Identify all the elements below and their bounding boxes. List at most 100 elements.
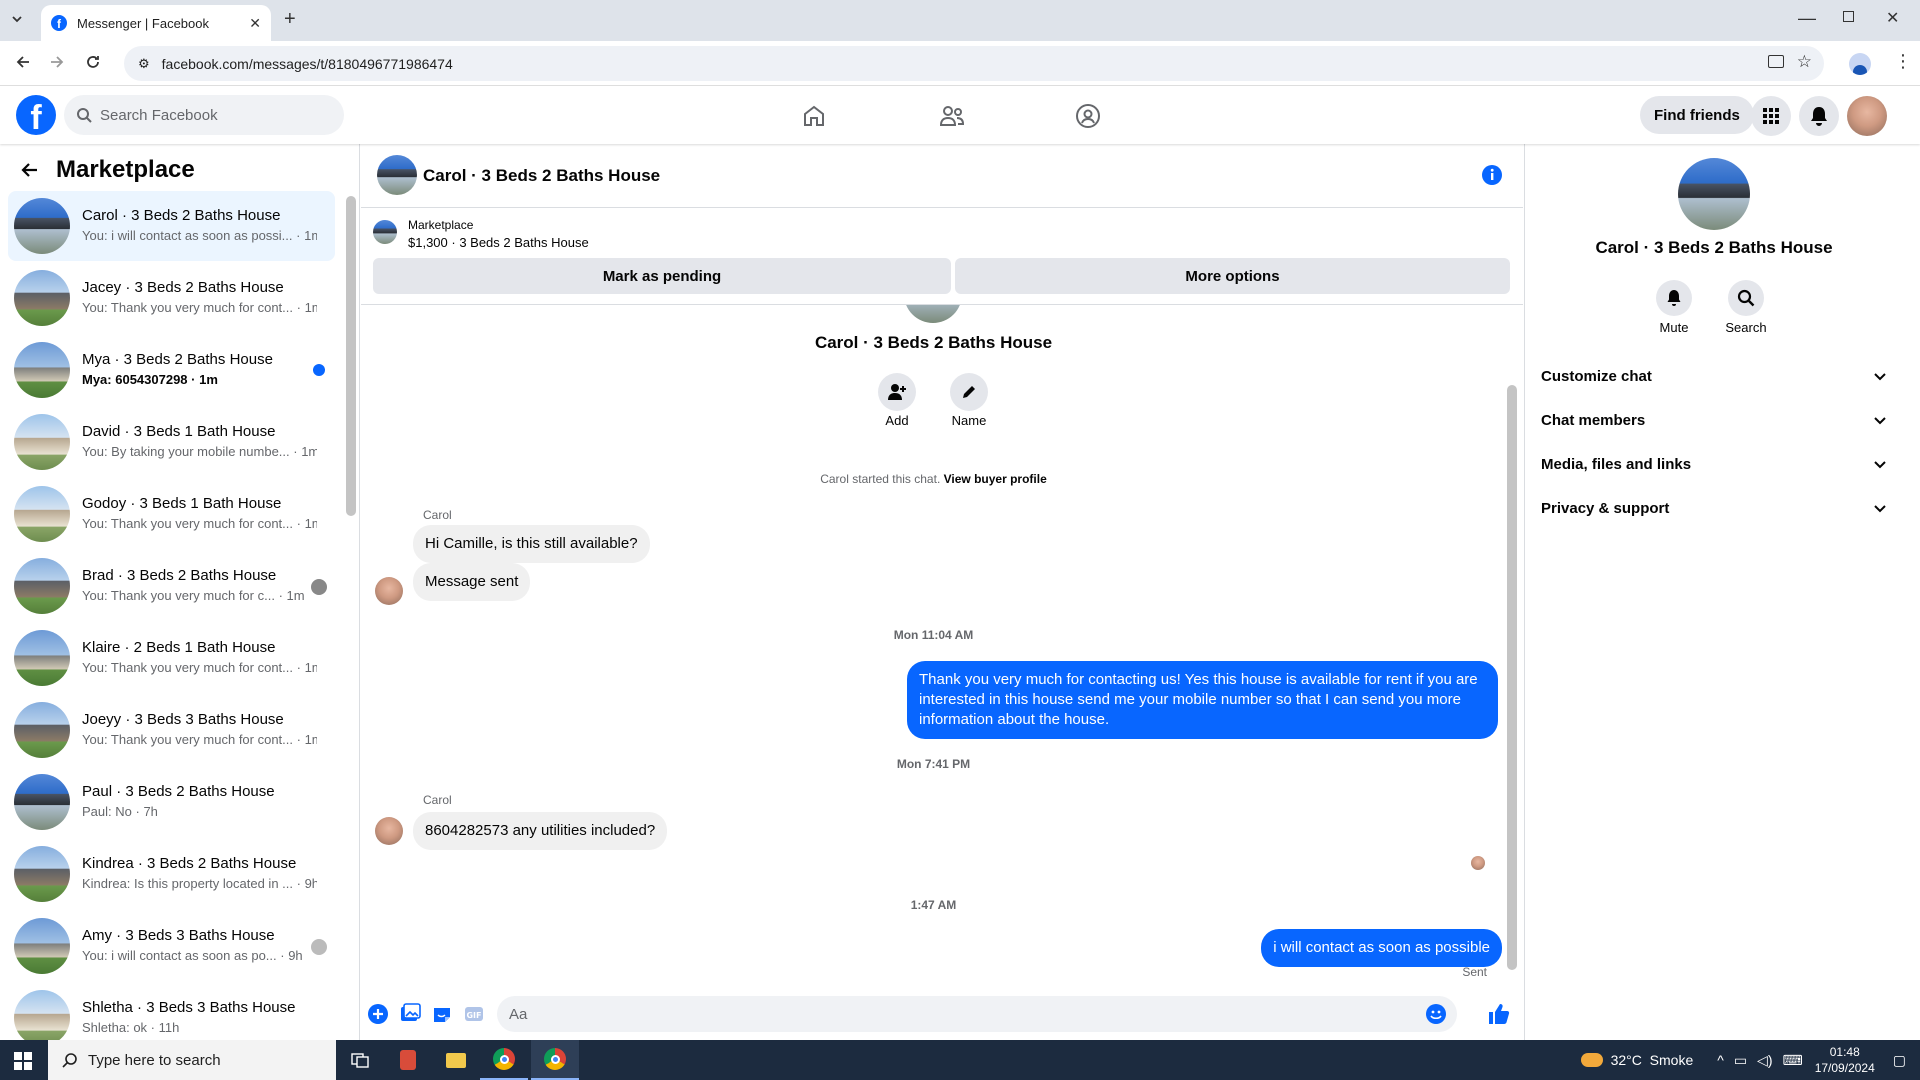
info-icon[interactable] bbox=[1481, 164, 1503, 186]
new-tab-icon[interactable]: + bbox=[284, 8, 296, 31]
tab-close-icon[interactable]: ✕ bbox=[249, 15, 261, 32]
timestamp: Mon 7:41 PM bbox=[896, 757, 971, 771]
chrome-active-icon[interactable] bbox=[531, 1040, 579, 1080]
file-explorer-icon[interactable] bbox=[432, 1040, 480, 1080]
emoji-icon[interactable] bbox=[1425, 1003, 1447, 1025]
home-nav-icon[interactable] bbox=[792, 94, 836, 138]
conversation-preview: You: Thank you very much for cont... · 1… bbox=[82, 660, 317, 675]
groups-nav-icon[interactable] bbox=[1066, 94, 1110, 138]
conversation-avatar bbox=[14, 846, 70, 902]
conversation-item[interactable]: Brad · 3 Beds 2 Baths House You: Thank y… bbox=[8, 551, 335, 621]
chat-title[interactable]: Carol · 3 Beds 2 Baths House bbox=[423, 166, 660, 186]
conversation-item[interactable]: Amy · 3 Beds 3 Baths House You: i will c… bbox=[8, 911, 335, 981]
conversation-name: Amy · 3 Beds 3 Baths House bbox=[82, 927, 275, 944]
menu-grid-icon[interactable] bbox=[1751, 96, 1791, 136]
sidebar-scrollbar[interactable] bbox=[346, 196, 356, 516]
attach-image-icon[interactable] bbox=[399, 1003, 421, 1025]
sticker-icon[interactable] bbox=[431, 1003, 453, 1025]
find-friends-button[interactable]: Find friends bbox=[1640, 96, 1754, 134]
incoming-message[interactable]: Message sent bbox=[413, 563, 531, 601]
view-buyer-profile-link[interactable]: View buyer profile bbox=[944, 472, 1047, 486]
reload-icon[interactable] bbox=[84, 53, 102, 71]
details-name: Carol · 3 Beds 2 Baths House bbox=[1595, 238, 1833, 257]
weather-text[interactable]: 32°C Smoke bbox=[1611, 1052, 1694, 1068]
install-app-icon[interactable] bbox=[1768, 55, 1784, 68]
tray-chevron-up-icon[interactable]: ^ bbox=[1717, 1052, 1724, 1068]
conversation-preview: You: By taking your mobile numbe... · 1m bbox=[82, 444, 317, 459]
incoming-message[interactable]: 8604282573 any utilities included? bbox=[413, 812, 668, 850]
close-window-icon[interactable]: ✕ bbox=[1886, 8, 1899, 28]
mark-as-pending-button[interactable]: Mark as pending bbox=[373, 258, 951, 294]
clock[interactable]: 01:48 17/09/2024 bbox=[1815, 1044, 1875, 1076]
network-icon[interactable]: ▭ bbox=[1734, 1052, 1747, 1069]
media-files-links-section[interactable]: Media, files and links bbox=[1541, 442, 1887, 486]
add-person-button[interactable] bbox=[878, 373, 916, 411]
bookmark-star-icon[interactable]: ☆ bbox=[1797, 52, 1812, 72]
conversation-item[interactable]: Mya · 3 Beds 2 Baths House Mya: 60543072… bbox=[8, 335, 335, 405]
task-view-icon[interactable] bbox=[336, 1040, 384, 1080]
windows-start-icon[interactable] bbox=[14, 1052, 32, 1070]
taskbar-search-input[interactable]: Type here to search bbox=[48, 1040, 336, 1080]
outgoing-message[interactable]: i will contact as soon as possible bbox=[1261, 929, 1502, 967]
app-icon[interactable] bbox=[384, 1040, 432, 1080]
outgoing-message[interactable]: Thank you very much for contacting us! Y… bbox=[907, 661, 1498, 739]
search-label: Search bbox=[1725, 320, 1767, 335]
like-thumbs-up-icon[interactable] bbox=[1487, 1002, 1511, 1026]
weather-icon[interactable] bbox=[1580, 1053, 1603, 1067]
chat-avatar[interactable] bbox=[377, 155, 417, 195]
conversation-item[interactable]: Kindrea · 3 Beds 2 Baths House Kindrea: … bbox=[8, 839, 335, 909]
conversation-item[interactable]: Klaire · 2 Beds 1 Bath House You: Thank … bbox=[8, 623, 335, 693]
account-avatar[interactable] bbox=[1847, 96, 1887, 136]
minimize-icon[interactable]: — bbox=[1798, 8, 1816, 29]
browser-menu-icon[interactable]: ⋮ bbox=[1894, 51, 1912, 72]
friends-nav-icon[interactable] bbox=[930, 94, 974, 138]
conversation-item[interactable]: Carol · 3 Beds 2 Baths House You: i will… bbox=[8, 191, 335, 261]
conversation-item[interactable]: Joeyy · 3 Beds 3 Baths House You: Thank … bbox=[8, 695, 335, 765]
chat-started-line: Carol started this chat. View buyer prof… bbox=[361, 472, 1506, 486]
mute-button[interactable] bbox=[1656, 280, 1692, 316]
site-info-icon[interactable]: ⚙ bbox=[138, 56, 150, 72]
profile-icon[interactable] bbox=[1849, 53, 1871, 75]
browser-tab-messenger[interactable]: f Messenger | Facebook ✕ bbox=[41, 5, 271, 41]
gif-icon[interactable]: GIF bbox=[463, 1003, 485, 1025]
address-bar[interactable]: ⚙ facebook.com/messages/t/81804967719864… bbox=[124, 46, 1824, 81]
conversation-preview: You: i will contact as soon as possi... … bbox=[82, 228, 317, 243]
conversation-item[interactable]: David · 3 Beds 1 Bath House You: By taki… bbox=[8, 407, 335, 477]
privacy-support-section[interactable]: Privacy & support bbox=[1541, 486, 1887, 530]
facebook-logo-icon[interactable]: f bbox=[16, 95, 56, 135]
conversation-item[interactable]: Paul · 3 Beds 2 Baths House Paul: No · 7… bbox=[8, 767, 335, 837]
conversation-avatar bbox=[14, 270, 70, 326]
listing-thumbnail[interactable] bbox=[373, 220, 397, 244]
details-avatar[interactable] bbox=[1678, 158, 1750, 230]
sender-avatar bbox=[375, 577, 403, 605]
restore-icon[interactable] bbox=[1843, 11, 1854, 22]
chat-members-section[interactable]: Chat members bbox=[1541, 398, 1887, 442]
sender-name: Carol bbox=[423, 793, 452, 807]
conversation-avatar bbox=[14, 558, 70, 614]
message-thread: Carol · 3 Beds 2 Baths House Add Name Ca… bbox=[361, 304, 1523, 988]
conversation-avatar bbox=[14, 630, 70, 686]
incoming-message[interactable]: Hi Camille, is this still available? bbox=[413, 525, 650, 563]
customize-chat-section[interactable]: Customize chat bbox=[1541, 354, 1887, 398]
notification-center-icon[interactable]: ▢ bbox=[1893, 1052, 1906, 1069]
message-input[interactable]: Aa bbox=[497, 996, 1457, 1032]
forward-icon[interactable] bbox=[48, 53, 66, 71]
message-scrollbar[interactable] bbox=[1507, 385, 1517, 970]
back-arrow-icon[interactable] bbox=[20, 160, 40, 180]
conversation-item[interactable]: Shletha · 3 Beds 3 Baths House Shletha: … bbox=[8, 983, 335, 1040]
conversation-item[interactable]: Godoy · 3 Beds 1 Bath House You: Thank y… bbox=[8, 479, 335, 549]
conversation-name: Shletha · 3 Beds 3 Baths House bbox=[82, 999, 296, 1016]
volume-icon[interactable]: ◁) bbox=[1757, 1052, 1772, 1069]
listing-price-title[interactable]: $1,300 · 3 Beds 2 Baths House bbox=[408, 235, 589, 250]
keyboard-icon[interactable]: ⌨ bbox=[1782, 1052, 1802, 1069]
tab-list-icon[interactable] bbox=[10, 12, 24, 26]
more-options-button[interactable]: More options bbox=[955, 258, 1510, 294]
conversation-item[interactable]: Jacey · 3 Beds 2 Baths House You: Thank … bbox=[8, 263, 335, 333]
edit-name-button[interactable] bbox=[950, 373, 988, 411]
back-icon[interactable] bbox=[14, 53, 32, 71]
facebook-search-input[interactable]: Search Facebook bbox=[64, 95, 344, 135]
chrome-icon[interactable] bbox=[480, 1040, 528, 1080]
search-in-chat-button[interactable] bbox=[1728, 280, 1764, 316]
notifications-bell-icon[interactable] bbox=[1799, 96, 1839, 136]
more-actions-plus-icon[interactable] bbox=[367, 1003, 389, 1025]
